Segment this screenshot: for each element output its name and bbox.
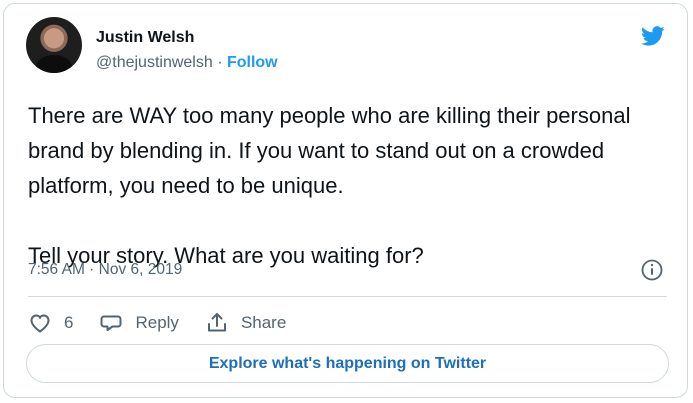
tweet-text: There are WAY too many people who are ki… <box>28 103 631 268</box>
tweet-card: Justin Welsh @thejustinwelsh · Follow Th… <box>3 3 688 398</box>
share-icon <box>207 313 226 332</box>
follow-button[interactable]: Follow <box>227 54 278 71</box>
like-count: 6 <box>64 313 74 332</box>
reply-bubble-icon <box>100 315 122 331</box>
info-icon[interactable] <box>640 258 664 282</box>
share-label: Share <box>240 313 287 332</box>
author-name[interactable]: Justin Welsh <box>96 29 194 47</box>
like-button[interactable]: 6 <box>28 311 73 335</box>
share-button[interactable]: Share <box>205 311 286 335</box>
reply-button[interactable]: Reply <box>99 311 179 335</box>
author-handle-line: @thejustinwelsh · Follow <box>96 54 278 72</box>
explore-twitter-button[interactable]: Explore what's happening on Twitter <box>26 344 669 383</box>
author-avatar[interactable] <box>26 17 82 73</box>
divider <box>28 296 667 297</box>
tweet-timestamp[interactable]: 7:56 AM · Nov 6, 2019 <box>28 261 182 279</box>
tweet-actions: 6 Reply Share <box>28 309 312 337</box>
heart-icon <box>30 314 50 333</box>
twitter-bird-icon[interactable] <box>639 24 667 48</box>
handle-separator: · <box>212 54 227 71</box>
reply-label: Reply <box>135 313 179 332</box>
author-handle[interactable]: @thejustinwelsh <box>96 54 213 71</box>
